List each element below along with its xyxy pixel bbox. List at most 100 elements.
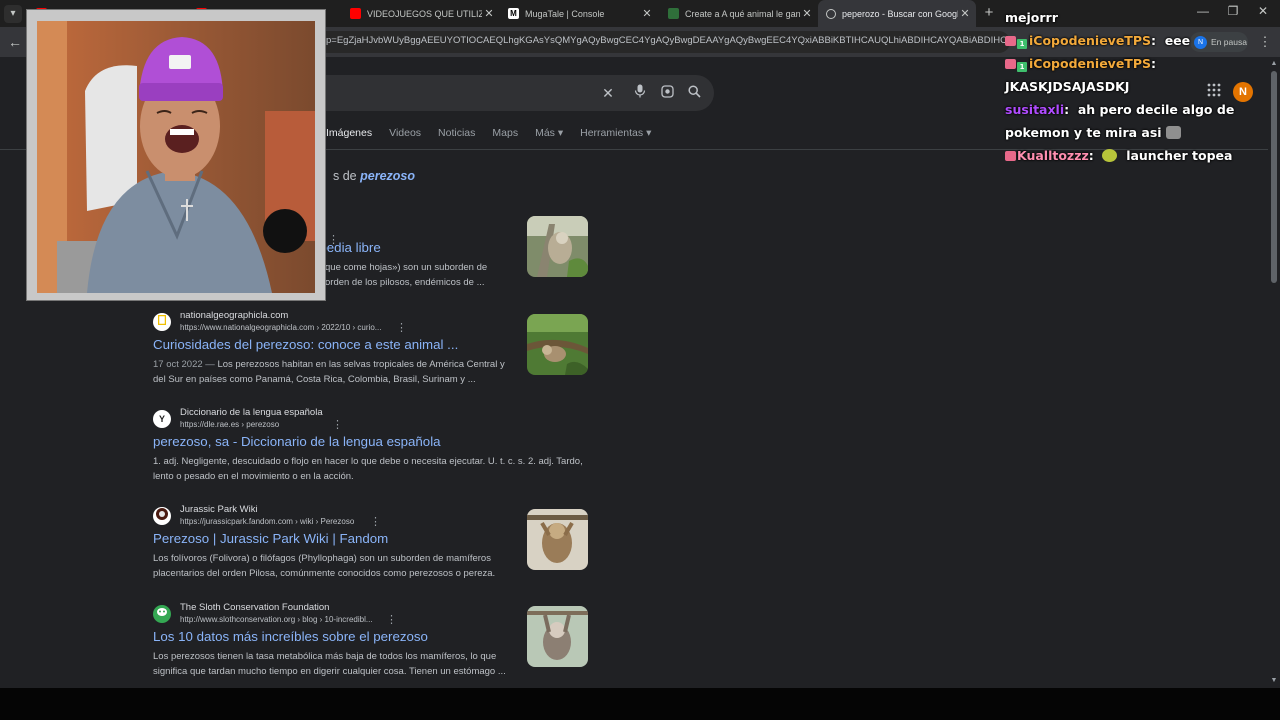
chat-text: launcher topea bbox=[1126, 148, 1233, 163]
close-icon[interactable]: ✕ bbox=[800, 7, 814, 20]
close-window-button[interactable]: ✕ bbox=[1248, 4, 1278, 18]
result-source[interactable]: Jurassic Park Wiki https://jurassicpark.… bbox=[153, 504, 513, 528]
chat-text: mejorrr bbox=[1005, 10, 1058, 25]
chat-username: iCopodenieveTPS bbox=[1029, 56, 1151, 71]
tab-google-search[interactable]: peperozo - Buscar con Google ✕ bbox=[818, 0, 976, 27]
close-icon[interactable]: ✕ bbox=[640, 7, 654, 20]
chat-text: eee bbox=[1164, 33, 1191, 48]
browser-menu-icon[interactable]: ⋮ bbox=[1258, 34, 1272, 50]
webcam-overlay bbox=[26, 9, 326, 301]
rae-favicon: Y bbox=[153, 410, 171, 428]
result-thumbnail[interactable] bbox=[527, 606, 588, 667]
result-snippet: que come hojas») son un suborden de orde… bbox=[325, 262, 488, 288]
account-avatar[interactable]: N bbox=[1233, 82, 1253, 102]
minimize-button[interactable]: — bbox=[1188, 4, 1218, 18]
sloth-foundation-favicon bbox=[153, 605, 171, 623]
search-filters: Imágenes Videos Noticias Maps Más ▾ Herr… bbox=[326, 127, 668, 141]
result-title[interactable]: Curiosidades del perezoso: conoce a este… bbox=[153, 337, 458, 352]
emote-icon bbox=[1102, 149, 1118, 162]
chat-message-continued: JKASKJDSAJASDKJ bbox=[1005, 75, 1129, 98]
filter-news[interactable]: Noticias bbox=[438, 127, 475, 141]
result-snippet: Los folívoros (Folivora) o filófagos (Ph… bbox=[153, 553, 496, 579]
filter-videos[interactable]: Videos bbox=[389, 127, 421, 141]
tab-title: VIDEOJUEGOS QUE UTILIZARON bbox=[367, 8, 482, 19]
correction-prefix: s de bbox=[333, 169, 357, 183]
restore-button[interactable]: ❐ bbox=[1218, 4, 1248, 18]
result-source[interactable]: The Sloth Conservation Foundation http:/… bbox=[153, 602, 513, 626]
more-options-icon[interactable]: ⋮ bbox=[386, 613, 397, 626]
tab-title: peperozo - Buscar con Google bbox=[842, 8, 958, 19]
chat-message: Kualltozzz: launcher topea bbox=[1005, 144, 1232, 167]
scrollbar-thumb[interactable] bbox=[1271, 71, 1277, 283]
tab-search-button[interactable]: ▾ bbox=[4, 5, 22, 23]
mugatale-icon: M bbox=[508, 8, 519, 19]
result-source[interactable]: Y Diccionario de la lengua española http… bbox=[153, 407, 513, 431]
search-icon[interactable] bbox=[685, 84, 703, 102]
heart-badge-icon bbox=[1005, 151, 1016, 161]
tab-mugatale[interactable]: M MugaTale | Console ✕ bbox=[500, 0, 658, 27]
sub-badge-icon: 1 bbox=[1017, 39, 1027, 49]
address-url: p=EgZjaHJvbWUyBggAEEUYOTIOCAEQLhgKGAsYsQ… bbox=[326, 35, 1006, 46]
chat-message-continued: pokemon y te mira asi bbox=[1005, 121, 1181, 144]
tab-create[interactable]: Create a A qué animal le ganar ✕ bbox=[660, 0, 818, 27]
clear-icon[interactable]: ✕ bbox=[599, 84, 617, 102]
result-url: https://dle.rae.es › perezoso bbox=[180, 420, 280, 429]
page-scrollbar[interactable]: ▲ ▼ bbox=[1268, 57, 1280, 687]
correction-link[interactable]: perezoso bbox=[360, 169, 415, 183]
natgeo-favicon bbox=[153, 313, 171, 331]
close-icon[interactable]: ✕ bbox=[482, 7, 496, 20]
emote-icon bbox=[1165, 126, 1181, 139]
result-site-name: Diccionario de la lengua española bbox=[180, 407, 323, 418]
result-title[interactable]: perezoso, sa - Diccionario de la lengua … bbox=[153, 434, 441, 449]
result-url: https://www.nationalgeographicla.com › 2… bbox=[180, 323, 382, 332]
result-title[interactable]: Perezoso | Jurassic Park Wiki | Fandom bbox=[153, 531, 388, 546]
more-options-icon[interactable]: ⋮ bbox=[370, 515, 381, 528]
more-options-icon[interactable]: ⋮ bbox=[396, 321, 407, 334]
result-site-name: Jurassic Park Wiki bbox=[180, 504, 258, 515]
chat-message: 1 iCopodenieveTPS: eee bbox=[1005, 29, 1190, 52]
chat-message: 1 iCopodenieveTPS: bbox=[1005, 52, 1156, 75]
result-thumbnail[interactable] bbox=[527, 509, 588, 570]
chat-username: susitaxli bbox=[1005, 102, 1065, 117]
result-url: http://www.slothconservation.org › blog … bbox=[180, 615, 373, 624]
profile-button[interactable]: N En pausa bbox=[1190, 32, 1248, 52]
result-thumbnail[interactable] bbox=[527, 216, 588, 277]
chat-username: Kualltozzz bbox=[1017, 148, 1089, 163]
tab-videojuegos[interactable]: VIDEOJUEGOS QUE UTILIZARON ✕ bbox=[342, 0, 500, 27]
new-tab-button[interactable]: + bbox=[980, 4, 998, 22]
result-snippet: 1. adj. Negligente, descuidado o flojo e… bbox=[153, 456, 583, 482]
chat-message: mejorrr bbox=[1005, 6, 1058, 29]
filter-tools[interactable]: Herramientas ▾ bbox=[580, 127, 651, 141]
profile-avatar: N bbox=[1194, 35, 1207, 49]
lens-icon[interactable] bbox=[658, 84, 676, 102]
chat-text: ah pero decile algo de bbox=[1077, 102, 1235, 117]
filter-images[interactable]: Imágenes bbox=[326, 127, 372, 141]
result-title[interactable]: Los 10 datos más increíbles sobre el per… bbox=[153, 629, 428, 644]
tab-title: MugaTale | Console bbox=[525, 8, 605, 19]
result-date: 17 oct 2022 — bbox=[153, 359, 218, 370]
scroll-down-icon[interactable]: ▼ bbox=[1270, 677, 1278, 684]
bottom-bar bbox=[0, 688, 1280, 720]
filter-maps[interactable]: Maps bbox=[492, 127, 518, 141]
result-thumbnail[interactable] bbox=[527, 314, 588, 375]
result-site-name: nationalgeographicla.com bbox=[180, 310, 289, 321]
app-icon bbox=[668, 8, 679, 19]
search-input[interactable]: ✕ bbox=[300, 75, 714, 111]
result-site-name: The Sloth Conservation Foundation bbox=[180, 602, 330, 613]
webcam-feed bbox=[37, 21, 315, 293]
back-button[interactable]: ← bbox=[6, 33, 24, 51]
heart-badge-icon bbox=[1005, 59, 1016, 69]
sub-badge-icon: 1 bbox=[1017, 62, 1027, 72]
more-options-icon[interactable]: ⋮ bbox=[332, 418, 343, 431]
spelling-correction: s de perezoso bbox=[333, 169, 415, 183]
mic-icon[interactable] bbox=[631, 84, 649, 102]
scroll-up-icon[interactable]: ▲ bbox=[1270, 60, 1278, 67]
close-icon[interactable]: ✕ bbox=[958, 7, 972, 20]
fandom-favicon bbox=[153, 507, 171, 525]
result-url: https://jurassicpark.fandom.com › wiki ›… bbox=[180, 517, 355, 526]
result-snippet: 17 oct 2022 — Los perezosos habitan en l… bbox=[153, 358, 513, 387]
result-snippet: Los perezosos tienen la tasa metabólica … bbox=[153, 651, 506, 677]
filter-more[interactable]: Más ▾ bbox=[535, 127, 563, 141]
result-source[interactable]: nationalgeographicla.com https://www.nat… bbox=[153, 310, 513, 334]
heart-badge-icon bbox=[1005, 36, 1016, 46]
